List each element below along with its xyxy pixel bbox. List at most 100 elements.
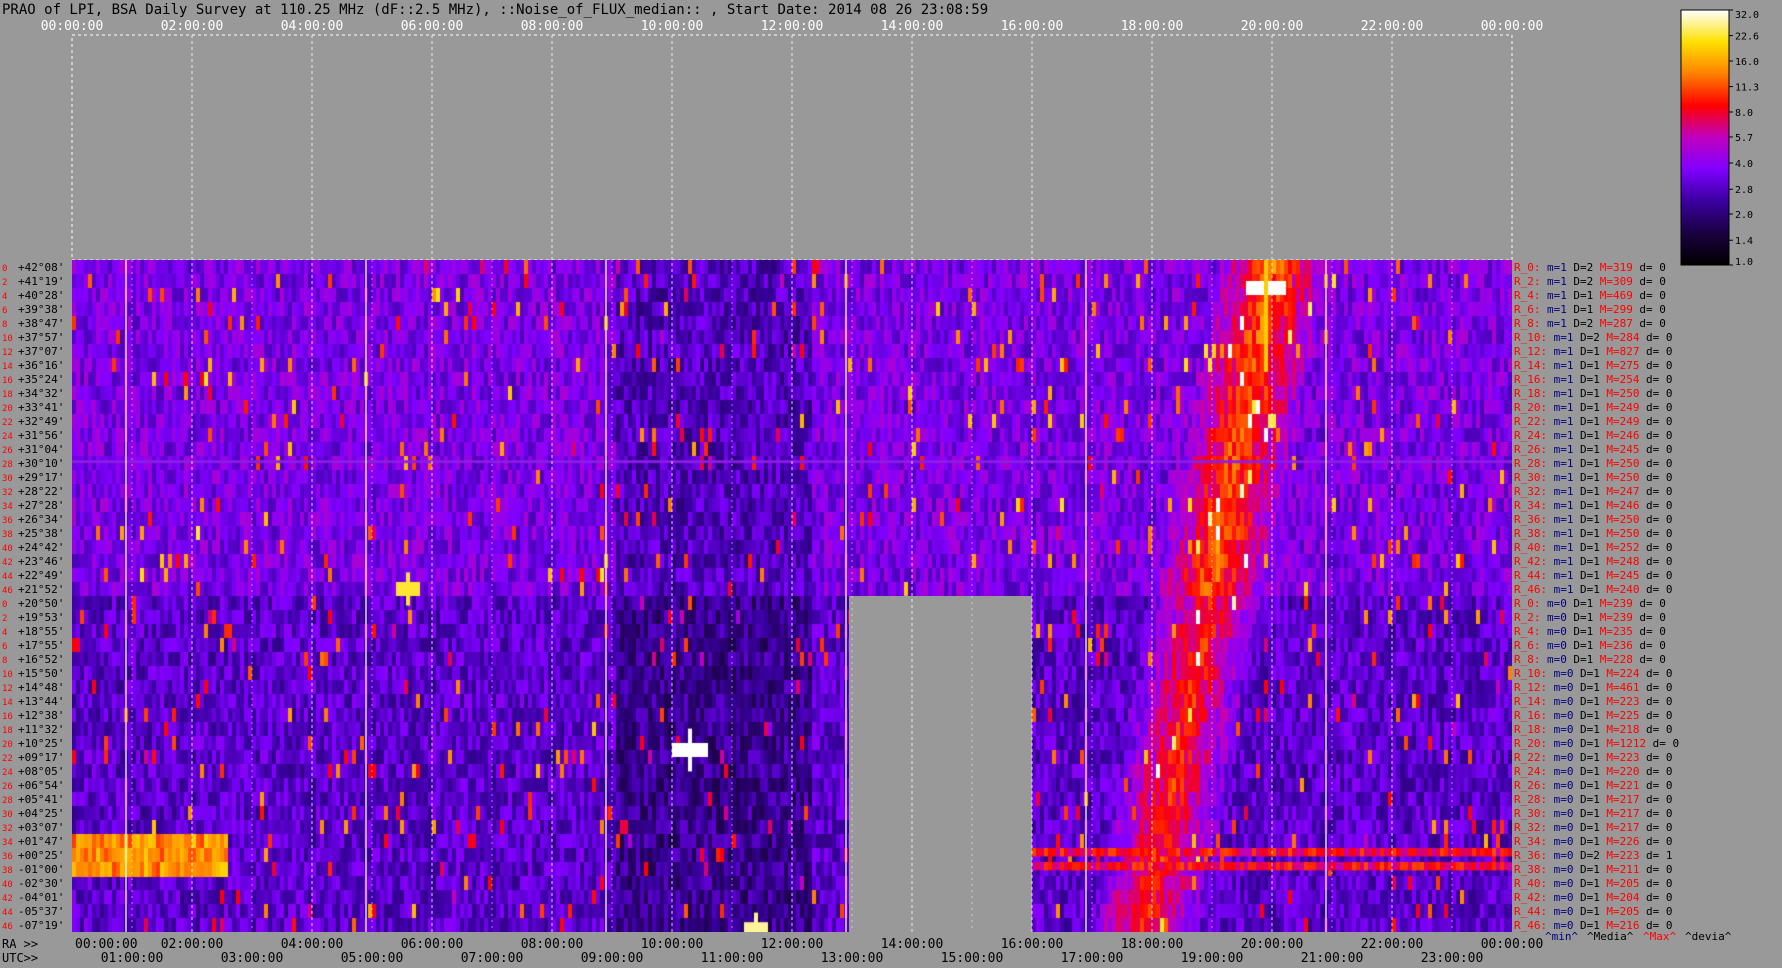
stat-devia: d= 0 — [1646, 429, 1673, 442]
dec-label: +32°49' — [18, 415, 64, 428]
beam-row-number: 40 — [2, 544, 13, 554]
utc-tick-label: 07:00:00 — [461, 951, 524, 966]
chart-title: PRAO of LPI, BSA Daily Survey at 110.25 … — [2, 2, 988, 18]
beam-row-number: 20 — [2, 740, 13, 750]
stat-devia: d= 0 — [1646, 583, 1673, 596]
stat-max: M=217 — [1606, 807, 1639, 820]
stat-r: R_22: — [1514, 415, 1547, 428]
stat-min: m=1 — [1547, 261, 1567, 274]
colorbar-tick-label: 2.8 — [1735, 185, 1753, 196]
stat-devia: d= 0 — [1646, 751, 1673, 764]
stat-r: R_10: — [1514, 331, 1547, 344]
beam-row-number: 40 — [2, 880, 13, 890]
stat-devia: d= 0 — [1646, 905, 1673, 918]
dec-label: +30°10' — [18, 457, 64, 470]
beam-row-number: 30 — [2, 474, 13, 484]
stat-max: M=218 — [1606, 723, 1639, 736]
beam-row-number: 10 — [2, 334, 13, 344]
colorbar: 32.0 22.6 16.0 11.3 8.0 5.7 4.0 2.8 2.0 1.4 1.0 — [1680, 9, 1759, 268]
stat-min: m=0 — [1554, 667, 1574, 680]
stat-median: D=1 — [1580, 583, 1600, 596]
dec-label: -01°00' — [18, 863, 64, 876]
stat-max: M=240 — [1606, 583, 1639, 596]
stat-median: D=1 — [1573, 611, 1593, 624]
stat-r: R_34: — [1514, 499, 1547, 512]
stat-max: M=250 — [1606, 513, 1639, 526]
stat-min: m=0 — [1547, 597, 1567, 610]
stat-min: m=0 — [1554, 905, 1574, 918]
dec-label: +29°17' — [18, 471, 64, 484]
stat-max: M=287 — [1600, 317, 1633, 330]
stat-max: M=205 — [1606, 877, 1639, 890]
stat-max: M=245 — [1606, 443, 1639, 456]
ra-tick-label: 06:00:00 — [401, 937, 464, 952]
dec-label: -05°37' — [18, 905, 64, 918]
stat-median: D=1 — [1580, 709, 1600, 722]
stat-max: M=226 — [1606, 835, 1639, 848]
stat-max: M=211 — [1606, 863, 1639, 876]
stat-min: m=1 — [1547, 289, 1567, 302]
stat-r: R_18: — [1514, 387, 1547, 400]
stat-median: D=1 — [1573, 289, 1593, 302]
beam-row-number: 44 — [2, 908, 13, 918]
empty-area-frame — [71, 34, 1513, 261]
stat-r: R_46: — [1514, 583, 1547, 596]
beam-row-number: 6 — [2, 642, 7, 652]
top-tick-label: 00:00:00 — [1481, 19, 1544, 34]
stat-max: M=239 — [1600, 597, 1633, 610]
beam-row-number: 10 — [2, 670, 13, 680]
stat-min: m=1 — [1554, 359, 1574, 372]
dec-label: +31°04' — [18, 443, 64, 456]
beam-row-number: 36 — [2, 852, 13, 862]
stat-r: R_8: — [1514, 317, 1541, 330]
stat-devia: d= 0 — [1646, 485, 1673, 498]
survey-heatmap-chart: PRAO of LPI, BSA Daily Survey at 110.25 … — [2, 2, 1759, 966]
beam-row-number: 2 — [2, 278, 7, 288]
stat-r: R_36: — [1514, 513, 1547, 526]
stat-median: D=1 — [1580, 779, 1600, 792]
stat-min: m=1 — [1554, 415, 1574, 428]
dec-label: +20°50' — [18, 597, 64, 610]
beam-row-number: 26 — [2, 446, 13, 456]
stat-min: m=0 — [1554, 723, 1574, 736]
stat-max: M=469 — [1600, 289, 1633, 302]
colorbar-tick-label: 11.3 — [1735, 83, 1759, 94]
top-tick-label: 00:00:00 — [41, 19, 104, 34]
beam-row-number: 38 — [2, 530, 13, 540]
stat-r: R_38: — [1514, 863, 1547, 876]
colorbar-tick-label: 8.0 — [1735, 108, 1753, 119]
stat-r: R_12: — [1514, 345, 1547, 358]
stat-min: m=1 — [1554, 583, 1574, 596]
beam-row-number: 0 — [2, 600, 7, 610]
stat-r: R_46: — [1514, 919, 1547, 932]
utc-tick-label: 03:00:00 — [221, 951, 284, 966]
stat-max: M=309 — [1600, 275, 1633, 288]
colorbar-tick-label: 5.7 — [1735, 133, 1753, 144]
stat-max: M=250 — [1606, 457, 1639, 470]
stat-median: D=1 — [1580, 499, 1600, 512]
stat-max: M=220 — [1606, 765, 1639, 778]
stat-max: M=228 — [1600, 653, 1633, 666]
top-tick-label: 06:00:00 — [401, 19, 464, 34]
stat-devia: d= 0 — [1646, 373, 1673, 386]
stat-min: m=1 — [1554, 555, 1574, 568]
stat-r: R_24: — [1514, 765, 1547, 778]
beam-row-number: 42 — [2, 894, 13, 904]
beam-row-number: 16 — [2, 712, 13, 722]
beam-row-number: 14 — [2, 698, 13, 708]
stat-devia: d= 0 — [1646, 877, 1673, 890]
top-tick-label: 14:00:00 — [881, 19, 944, 34]
dec-label: -07°19' — [18, 919, 64, 932]
stat-devia: d= 0 — [1646, 359, 1673, 372]
stat-devia: d= 0 — [1639, 317, 1666, 330]
stat-r: R_44: — [1514, 569, 1547, 582]
stat-r: R_0: — [1514, 597, 1541, 610]
stat-min: m=0 — [1554, 821, 1574, 834]
stat-median: D=1 — [1580, 485, 1600, 498]
stat-devia: d= 0 — [1646, 793, 1673, 806]
stat-r: R_6: — [1514, 303, 1541, 316]
utc-tick-label: 13:00:00 — [821, 951, 884, 966]
stat-min: m=0 — [1554, 779, 1574, 792]
stat-max: M=239 — [1600, 611, 1633, 624]
stat-r: R_14: — [1514, 359, 1547, 372]
